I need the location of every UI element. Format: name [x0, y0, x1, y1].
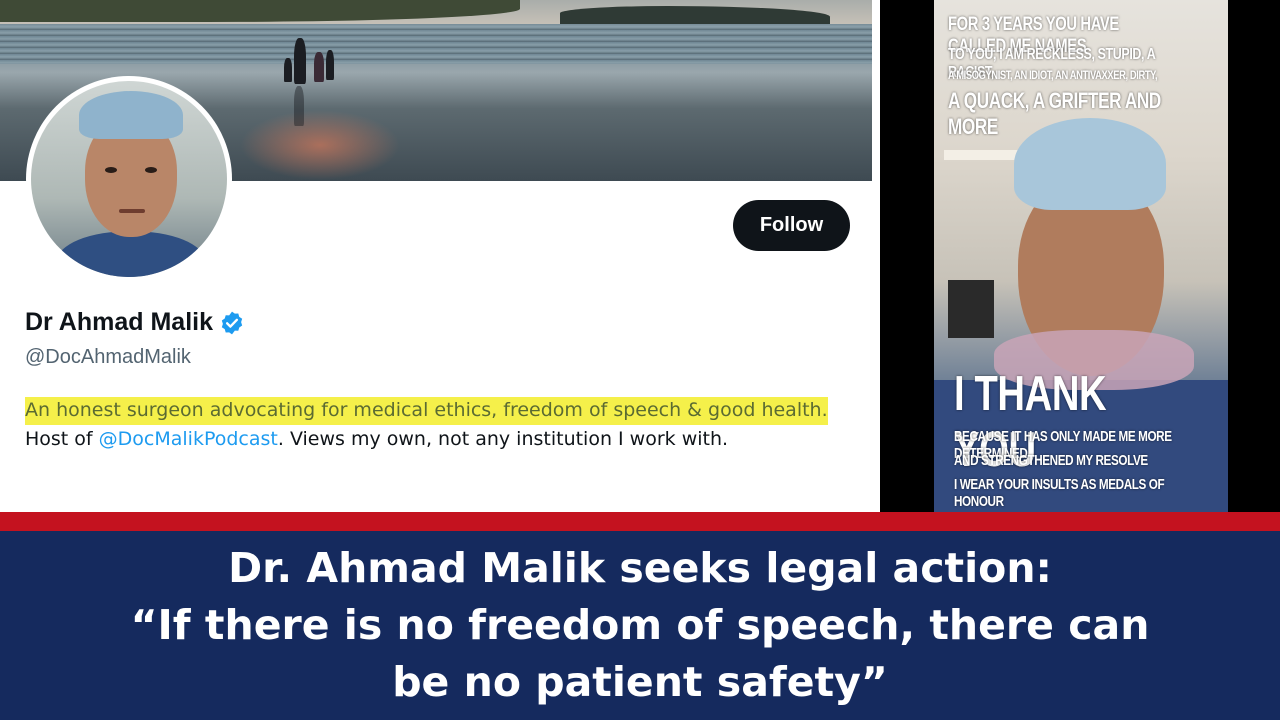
headline-line: “If there is no freedom of speech, there…	[130, 601, 1150, 649]
display-name: Dr Ahmad Malik	[25, 308, 214, 336]
avatar[interactable]	[26, 76, 232, 282]
headline-band: Dr. Ahmad Malik seeks legal action: “If …	[0, 531, 1280, 720]
divider	[1228, 0, 1280, 512]
selfie-text-line: AND STRENGTHENED MY RESOLVE	[954, 452, 1148, 469]
profile-bio: An honest surgeon advocating for medical…	[25, 396, 855, 454]
selfie-text-line: A QUACK, A GRIFTER AND MORE	[948, 88, 1161, 139]
headline: Dr. Ahmad Malik seeks legal action: “If …	[50, 540, 1230, 711]
profile-card: Follow Dr Ahmad Malik @DocAhmadMalik An …	[0, 0, 880, 512]
profile-handle: @DocAhmadMalik	[25, 346, 191, 368]
bio-highlighted-text: An honest surgeon advocating for medical…	[25, 397, 828, 425]
bio-text: Host of	[25, 428, 99, 450]
headline-line: be no patient safety”	[392, 658, 888, 706]
bio-text-end: . Views my own, not any institution I wo…	[277, 428, 729, 450]
bio-mention-link[interactable]: @DocMalikPodcast	[99, 428, 278, 450]
headline-line: Dr. Ahmad Malik seeks legal action:	[228, 544, 1052, 592]
selfie-image: FOR 3 YEARS YOU HAVE CALLED ME NAMES TO …	[934, 0, 1228, 512]
red-stripe	[0, 512, 1280, 531]
selfie-text-line: A MISOGYNIST, AN IDIOT, AN ANTIVAXXER, D…	[948, 68, 1158, 82]
selfie-text-line: I WEAR YOUR INSULTS AS MEDALS OF HONOUR	[954, 476, 1165, 510]
verified-badge-icon[interactable]	[219, 310, 245, 336]
profile-name-row: Dr Ahmad Malik	[25, 308, 245, 337]
follow-button[interactable]: Follow	[733, 200, 850, 251]
divider	[880, 0, 934, 512]
